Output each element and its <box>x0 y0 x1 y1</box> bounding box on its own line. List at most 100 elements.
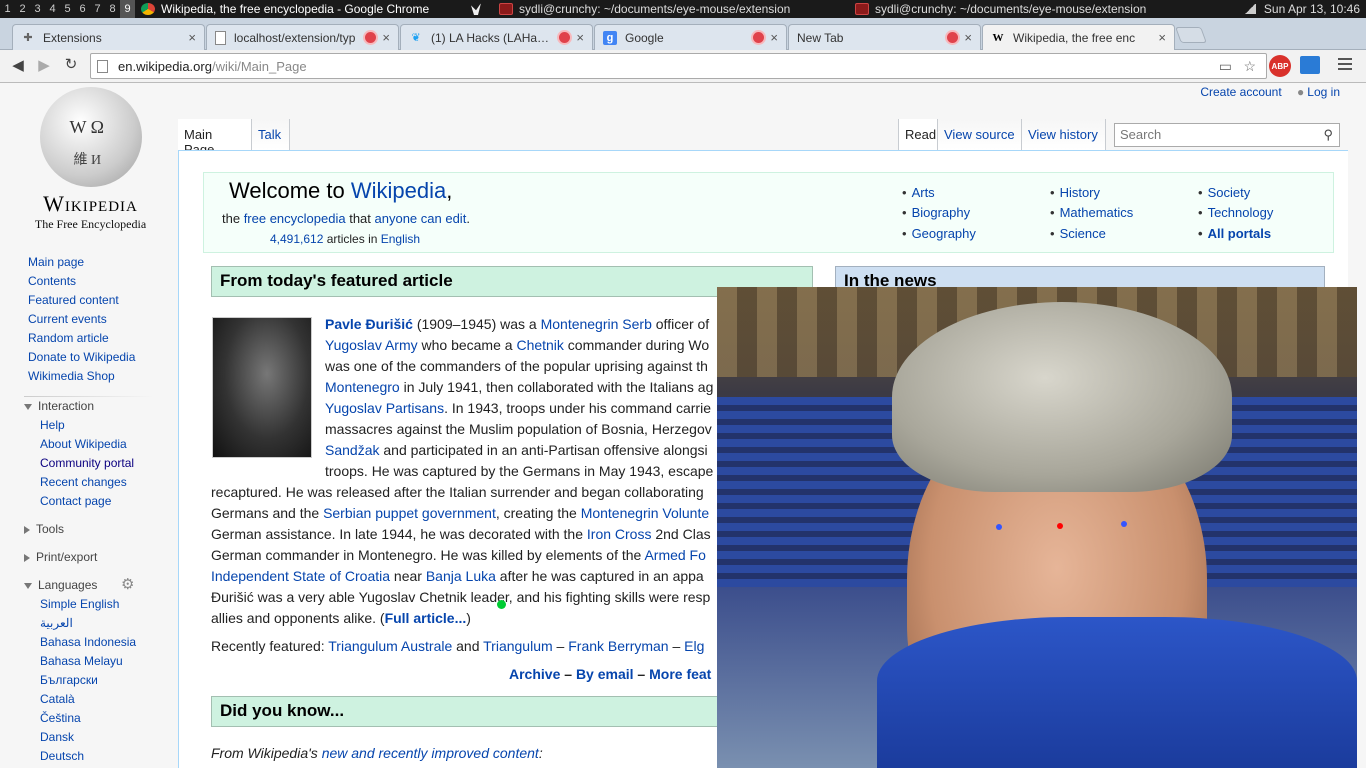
tab-main-page[interactable]: Main Page <box>178 119 252 157</box>
article-link[interactable]: Montenegrin Volunte <box>581 505 709 521</box>
menu-icon[interactable] <box>1338 58 1352 70</box>
sidebar-heading-languages[interactable]: Languages ⚙ <box>0 575 178 595</box>
workspace-4[interactable]: 4 <box>45 0 60 18</box>
archive-link[interactable]: Archive <box>509 666 560 682</box>
workspace-2[interactable]: 2 <box>15 0 30 18</box>
by-email-link[interactable]: By email <box>576 666 634 682</box>
portal-society[interactable]: Society <box>1198 185 1251 200</box>
sidebar-item-help[interactable]: Help <box>40 416 178 435</box>
new-content-link[interactable]: new and recently improved content <box>322 745 539 761</box>
sidebar-heading-interaction[interactable]: Interaction <box>0 396 178 416</box>
search-input[interactable]: Search ⚲ <box>1114 123 1340 147</box>
sidebar-item-random-article[interactable]: Random article <box>28 329 178 348</box>
login-link[interactable]: Log in <box>1307 85 1340 99</box>
language-link[interactable]: Deutsch <box>40 747 178 766</box>
portal-history[interactable]: History <box>1050 185 1100 200</box>
article-link[interactable]: Triangulum Australe <box>328 638 452 654</box>
english-link[interactable]: English <box>381 232 420 246</box>
workspace-1[interactable]: 1 <box>0 0 15 18</box>
portal-technology[interactable]: Technology <box>1198 205 1274 220</box>
free-encyclopedia-link[interactable]: free encyclopedia <box>244 211 346 226</box>
article-link[interactable]: Independent State of Croatia <box>211 568 390 584</box>
create-account-link[interactable]: Create account <box>1200 85 1281 99</box>
search-icon[interactable]: ⚲ <box>1323 127 1333 143</box>
article-link[interactable]: Elg <box>684 638 704 654</box>
wikipedia-logo[interactable]: W Ω 維 И Wikipedia The Free Encyclopedia <box>18 87 163 232</box>
article-link[interactable]: Serbian puppet government <box>323 505 496 521</box>
camera-icon[interactable]: ▭ <box>1219 58 1232 75</box>
workspace-8[interactable]: 8 <box>105 0 120 18</box>
language-link[interactable]: Bahasa Indonesia <box>40 633 178 652</box>
task-bird[interactable] <box>465 0 493 18</box>
language-link[interactable]: العربية <box>40 614 178 633</box>
article-link[interactable]: Pavle Đurišić <box>325 316 413 332</box>
anyone-can-edit-link[interactable]: anyone can edit <box>375 211 467 226</box>
sidebar-heading-print[interactable]: Print/export <box>0 547 178 567</box>
tab-wikipedia[interactable]: W Wikipedia, the free enc × <box>982 24 1175 50</box>
workspace-5[interactable]: 5 <box>60 0 75 18</box>
sidebar-item-shop[interactable]: Wikimedia Shop <box>28 367 178 386</box>
cast-icon[interactable] <box>1300 56 1320 74</box>
gear-icon[interactable]: ⚙ <box>121 575 134 595</box>
article-link[interactable]: Yugoslav Army <box>325 337 418 353</box>
workspace-3[interactable]: 3 <box>30 0 45 18</box>
language-link[interactable]: Bahasa Melayu <box>40 652 178 671</box>
close-icon[interactable]: × <box>382 30 390 45</box>
tab-extensions[interactable]: ✚ Extensions × <box>12 24 205 50</box>
language-link[interactable]: Dansk <box>40 728 178 747</box>
sidebar-item-donate[interactable]: Donate to Wikipedia <box>28 348 178 367</box>
tab-lahacks[interactable]: ❦ (1) LA Hacks (LAHacks) o × <box>400 24 593 50</box>
full-article-link[interactable]: Full article... <box>385 610 467 626</box>
portal-biography[interactable]: Biography <box>902 205 971 220</box>
sidebar-heading-tools[interactable]: Tools <box>0 519 178 539</box>
sidebar-item-community-portal[interactable]: Community portal <box>40 454 178 473</box>
article-link[interactable]: Montenegro <box>325 379 400 395</box>
language-link[interactable]: Čeština <box>40 709 178 728</box>
tab-talk[interactable]: Talk <box>252 119 290 150</box>
reload-button[interactable]: ↻ <box>58 55 84 73</box>
task-terminal-2[interactable]: sydli@crunchy: ~/documents/eye-mouse/ext… <box>849 0 1205 18</box>
portal-geography[interactable]: Geography <box>902 226 976 241</box>
tab-read[interactable]: Read <box>898 119 938 150</box>
language-link[interactable]: Български <box>40 671 178 690</box>
tab-view-source[interactable]: View source <box>938 119 1022 150</box>
portal-mathematics[interactable]: Mathematics <box>1050 205 1134 220</box>
sidebar-item-current-events[interactable]: Current events <box>28 310 178 329</box>
article-link[interactable]: Frank Berryman <box>568 638 668 654</box>
sidebar-item-about[interactable]: About Wikipedia <box>40 435 178 454</box>
tab-google[interactable]: g Google × <box>594 24 787 50</box>
language-link[interactable]: Simple English <box>40 595 178 614</box>
workspace-9[interactable]: 9 <box>120 0 135 18</box>
article-count-link[interactable]: 4,491,612 <box>270 232 323 246</box>
article-link[interactable]: Iron Cross <box>587 526 652 542</box>
new-tab-button[interactable] <box>1175 27 1207 43</box>
workspace-7[interactable]: 7 <box>90 0 105 18</box>
sidebar-item-recent-changes[interactable]: Recent changes <box>40 473 178 492</box>
address-bar[interactable]: en.wikipedia.org/wiki/Main_Page ▭ ☆ <box>90 53 1267 79</box>
close-icon[interactable]: × <box>188 30 196 45</box>
close-icon[interactable]: × <box>576 30 584 45</box>
sidebar-item-contents[interactable]: Contents <box>28 272 178 291</box>
forward-button[interactable]: ▶ <box>31 56 57 74</box>
article-link[interactable]: Armed Fo <box>644 547 705 563</box>
tab-new-tab[interactable]: New Tab × <box>788 24 981 50</box>
portal-arts[interactable]: Arts <box>902 185 935 200</box>
close-icon[interactable]: × <box>964 30 972 45</box>
article-link[interactable]: Yugoslav Partisans <box>325 400 444 416</box>
tab-localhost[interactable]: localhost/extension/typ × <box>206 24 399 50</box>
adblock-button[interactable]: ABP <box>1269 55 1291 77</box>
sidebar-item-contact[interactable]: Contact page <box>40 492 178 511</box>
wikipedia-link[interactable]: Wikipedia <box>351 178 446 203</box>
task-chrome[interactable]: Wikipedia, the free encyclopedia - Googl… <box>135 0 465 18</box>
close-icon[interactable]: × <box>770 30 778 45</box>
article-link[interactable]: Chetnik <box>516 337 563 353</box>
portal-science[interactable]: Science <box>1050 226 1106 241</box>
article-link[interactable]: Triangulum <box>483 638 553 654</box>
tab-view-history[interactable]: View history <box>1022 119 1106 150</box>
star-icon[interactable]: ☆ <box>1243 58 1256 75</box>
article-link[interactable]: Banja Luka <box>426 568 496 584</box>
more-featured-link[interactable]: More feat <box>649 666 711 682</box>
task-terminal-1[interactable]: sydli@crunchy: ~/documents/eye-mouse/ext… <box>493 0 849 18</box>
back-button[interactable]: ◀ <box>5 56 31 74</box>
clock[interactable]: Sun Apr 13, 10:46 <box>1243 2 1366 16</box>
